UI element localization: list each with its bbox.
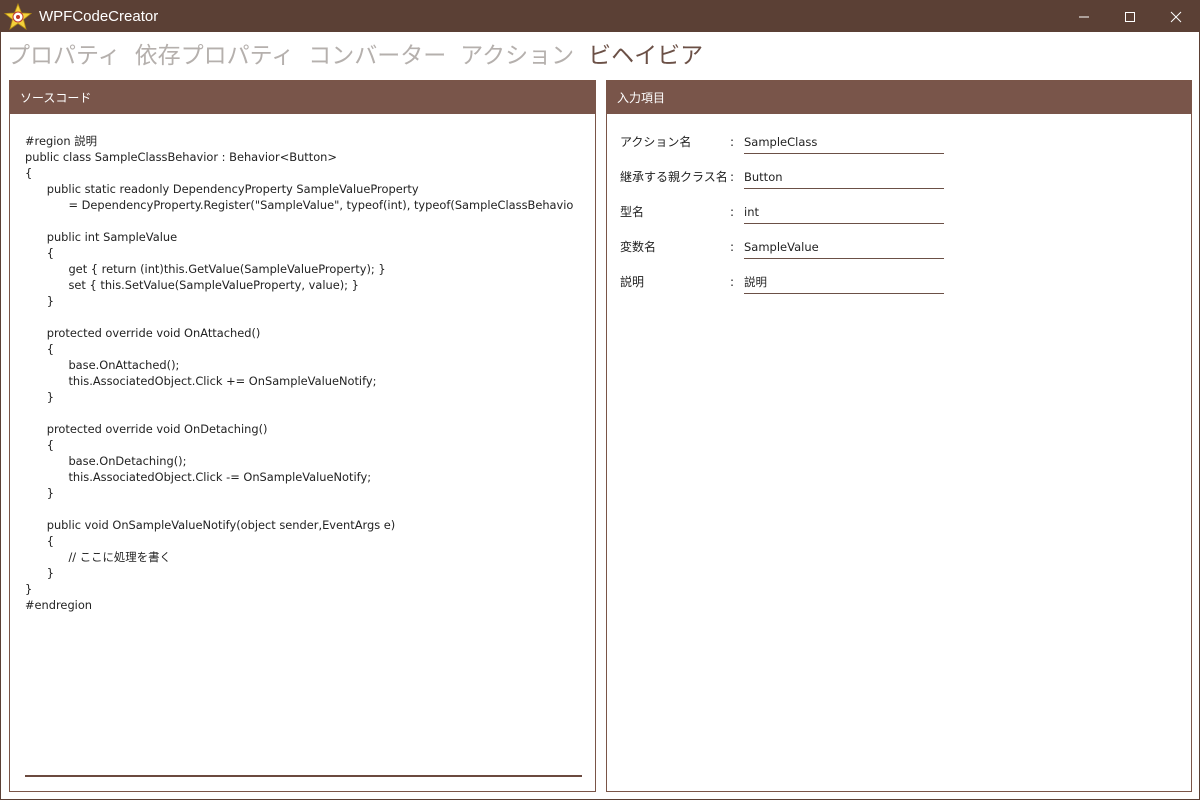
description-label: 説明 [620, 275, 645, 289]
code-line: { [25, 246, 54, 260]
code-line: } [25, 294, 54, 308]
type-name-colon: : [730, 205, 735, 219]
parent-class-row: 継承する親クラス名 : [620, 168, 944, 203]
action-name-row: アクション名 : [620, 133, 944, 168]
description-colon: : [730, 275, 735, 289]
parent-class-colon: : [730, 170, 735, 184]
code-line: protected override void OnDetaching() [25, 422, 268, 436]
source-code-header: ソースコード [10, 81, 595, 114]
variable-name-row: 変数名 : [620, 238, 944, 273]
action-name-colon: : [730, 135, 735, 149]
code-line: this.AssociatedObject.Click -= OnSampleV… [25, 470, 372, 484]
code-line: set { this.SetValue(SampleValueProperty,… [25, 278, 359, 292]
parent-class-input[interactable] [744, 168, 944, 189]
variable-name-colon: : [730, 240, 735, 254]
app-title: WPFCodeCreator [39, 8, 159, 25]
code-line: } [25, 486, 54, 500]
code-line: public void OnSampleValueNotify(object s… [25, 518, 396, 532]
minimize-icon [1079, 16, 1089, 17]
maximize-button[interactable] [1107, 1, 1153, 32]
parent-class-label: 継承する親クラス名 [620, 170, 728, 184]
code-line: public int SampleValue [25, 230, 178, 244]
type-name-label: 型名 [620, 205, 645, 219]
star-logo-icon [3, 1, 33, 32]
action-name-input[interactable] [744, 133, 944, 154]
variable-name-input[interactable] [744, 238, 944, 259]
code-line: = DependencyProperty.Register("SampleVal… [25, 198, 574, 212]
source-code-panel: ソースコード #region 説明 public class SampleClas… [9, 80, 596, 792]
input-items-panel: 入力項目 アクション名 : 継承する親クラス名 : 型名 : 変数名 : [606, 80, 1192, 792]
type-name-input[interactable] [744, 203, 944, 224]
close-button[interactable] [1153, 1, 1199, 32]
maximize-icon [1125, 11, 1135, 22]
tab-action[interactable]: アクション [460, 36, 574, 70]
tab-property[interactable]: プロパティ [7, 36, 121, 70]
source-code-view[interactable]: #region 説明 public class SampleClassBehavi… [25, 133, 582, 773]
input-form: アクション名 : 継承する親クラス名 : 型名 : 変数名 : 説明 : [620, 133, 944, 308]
code-line: } [25, 390, 54, 404]
title-bar[interactable]: WPFCodeCreator [1, 1, 1199, 32]
app-window: WPFCodeCreator プロパティ 依存プロパティ コンバーター アクショ… [0, 0, 1200, 800]
code-line: // ここに処理を書く [25, 550, 171, 564]
input-items-header: 入力項目 [607, 81, 1191, 114]
variable-name-label: 変数名 [620, 240, 657, 254]
code-line: public class SampleClassBehavior : Behav… [25, 150, 337, 164]
close-icon [1170, 11, 1182, 22]
code-line: } [25, 566, 54, 580]
tab-converter[interactable]: コンバーター [308, 36, 446, 70]
tab-behavior[interactable]: ビヘイビア [588, 36, 703, 70]
code-line: } [25, 582, 33, 596]
description-input[interactable] [744, 273, 944, 294]
code-line: { [25, 166, 33, 180]
type-name-row: 型名 : [620, 203, 944, 238]
code-line: public static readonly DependencyPropert… [25, 182, 419, 196]
action-name-label: アクション名 [620, 135, 692, 149]
code-line: #region 説明 [25, 134, 97, 148]
minimize-button[interactable] [1061, 1, 1107, 32]
code-line: base.OnAttached(); [25, 358, 180, 372]
code-line: { [25, 534, 54, 548]
code-line: base.OnDetaching(); [25, 454, 187, 468]
code-line: { [25, 438, 54, 452]
code-line: get { return (int)this.GetValue(SampleVa… [25, 262, 386, 276]
tab-dependency-property[interactable]: 依存プロパティ [135, 36, 295, 70]
tab-bar: プロパティ 依存プロパティ コンバーター アクション ビヘイビア [7, 36, 717, 70]
window-controls [1061, 1, 1199, 32]
description-row: 説明 : [620, 273, 944, 308]
code-line: protected override void OnAttached() [25, 326, 261, 340]
code-line: this.AssociatedObject.Click += OnSampleV… [25, 374, 377, 388]
code-line: { [25, 342, 54, 356]
source-code-underline [25, 775, 582, 777]
code-line: #endregion [25, 598, 93, 612]
